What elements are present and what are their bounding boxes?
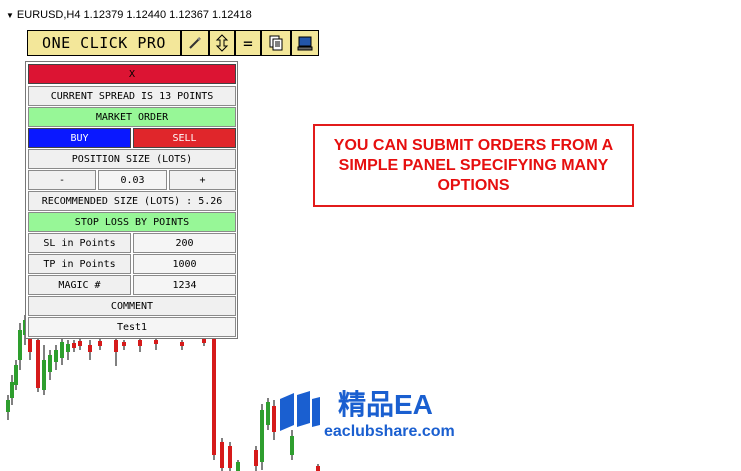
buy-button[interactable]: BUY: [28, 128, 131, 148]
recommended-size-label: RECOMMENDED SIZE (LOTS) : 5.26: [28, 191, 236, 211]
sl-points-input[interactable]: 200: [133, 233, 236, 253]
candle-body: [154, 340, 158, 344]
candle-body: [14, 365, 18, 385]
order-panel: X CURRENT SPREAD IS 13 POINTS MARKET ORD…: [25, 61, 238, 339]
book-logo-icon: [280, 391, 320, 431]
sl-points-label: SL in Points: [28, 233, 131, 253]
logo-main-text: 精品EA: [338, 389, 433, 420]
candle-body: [180, 342, 184, 346]
equals-button[interactable]: =: [235, 30, 261, 56]
tp-points-input[interactable]: 1000: [133, 254, 236, 274]
logo-url-text: eaclubshare.com: [324, 423, 455, 440]
candle-body: [54, 350, 58, 362]
magic-number-label: MAGIC #: [28, 275, 131, 295]
candle-body: [236, 462, 240, 471]
candle-body: [36, 340, 40, 388]
documents-button[interactable]: [261, 30, 291, 56]
candle-body: [138, 340, 142, 346]
candle-body: [78, 341, 82, 346]
site-logo: 精品EA eaclubshare.com: [276, 383, 476, 443]
decrease-lots-button[interactable]: -: [28, 170, 96, 190]
candle-body: [202, 339, 206, 343]
symbol-ohlc-text: EURUSD,H4 1.12379 1.12440 1.12367 1.1241…: [16, 9, 252, 21]
lots-input[interactable]: 0.03: [98, 170, 167, 190]
candle-body: [42, 360, 46, 390]
pencil-button[interactable]: [181, 30, 209, 56]
tp-points-label: TP in Points: [28, 254, 131, 274]
candle-body: [60, 342, 64, 358]
candle-body: [220, 442, 224, 468]
pencil-icon: [189, 37, 201, 49]
callout-text: YOU CAN SUBMIT ORDERS FROM A SIMPLE PANE…: [333, 136, 614, 194]
candle-body: [266, 402, 270, 425]
candle-body: [48, 355, 52, 372]
one-click-pro-button[interactable]: ONE CLICK PRO: [27, 30, 181, 56]
candle-body: [88, 345, 92, 352]
candle-body: [98, 341, 102, 346]
info-callout: YOU CAN SUBMIT ORDERS FROM A SIMPLE PANE…: [313, 124, 634, 207]
candle-body: [72, 343, 76, 348]
sell-button[interactable]: SELL: [133, 128, 236, 148]
chart-symbol-header: ▼ EURUSD,H4 1.12379 1.12440 1.12367 1.124…: [6, 9, 252, 21]
candle-body: [6, 400, 10, 412]
magic-number-input[interactable]: 1234: [133, 275, 236, 295]
candle-body: [316, 466, 320, 471]
position-size-label: POSITION SIZE (LOTS): [28, 149, 236, 169]
reverse-button[interactable]: [209, 30, 235, 56]
documents-icon: [269, 35, 283, 51]
candle-body: [114, 340, 118, 352]
up-down-arrows-icon: [215, 34, 229, 52]
candle-body: [122, 342, 126, 346]
candle-body: [228, 446, 232, 468]
candle-body: [212, 335, 216, 455]
comment-label: COMMENT: [28, 296, 236, 316]
monitor-icon: [297, 36, 313, 51]
candle-body: [254, 450, 258, 466]
equals-icon: =: [243, 33, 253, 53]
close-panel-button[interactable]: X: [28, 64, 236, 84]
monitor-button[interactable]: [291, 30, 319, 56]
stop-loss-mode-button[interactable]: STOP LOSS BY POINTS: [28, 212, 236, 232]
spread-label: CURRENT SPREAD IS 13 POINTS: [28, 86, 236, 106]
candle-body: [10, 382, 14, 398]
market-order-button[interactable]: MARKET ORDER: [28, 107, 236, 127]
candle-body: [18, 330, 22, 360]
candle-body: [260, 410, 264, 462]
dropdown-triangle-icon[interactable]: ▼: [6, 11, 14, 20]
one-click-pro-title: ONE CLICK PRO: [42, 34, 166, 52]
candle-body: [66, 344, 70, 352]
increase-lots-button[interactable]: +: [169, 170, 236, 190]
comment-input[interactable]: Test1: [28, 317, 236, 337]
